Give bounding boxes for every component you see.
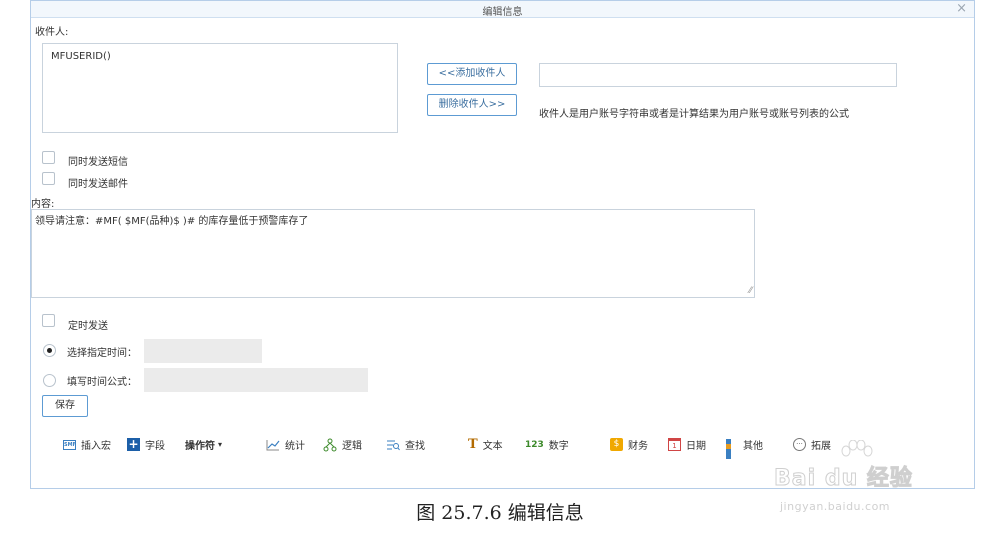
toolbar-field[interactable]: + 字段 [127, 437, 165, 452]
close-icon[interactable]: × [956, 1, 967, 17]
send-mail-label: 同时发送邮件 [68, 179, 128, 190]
toolbar-date-label: 日期 [686, 441, 706, 452]
edit-info-dialog: 编辑信息 × 收件人: MFUSERID() <<添加收件人 删除收件人>> 收… [30, 0, 975, 489]
network-icon [323, 438, 337, 451]
save-button[interactable]: 保存 [42, 395, 88, 417]
toolbar-statistics-label: 统计 [285, 441, 305, 452]
toolbar-logic[interactable]: 逻辑 [323, 437, 362, 452]
toolbar-finance-label: 财务 [628, 441, 648, 452]
line-chart-icon [266, 439, 280, 450]
dialog-title: 编辑信息 [482, 7, 523, 18]
toolbar-operator-label: 操作符 [185, 441, 215, 452]
toolbar-other[interactable]: 其他 [726, 437, 763, 459]
toolbar-text-label: 文本 [482, 441, 503, 452]
toolbar-finance[interactable]: $ 财务 [610, 437, 648, 452]
toolbar-field-label: 字段 [145, 441, 165, 452]
content-label: 内容: [31, 199, 55, 210]
grid-icon [726, 438, 738, 459]
toolbar-find-label: 查找 [405, 441, 425, 452]
toolbar-insert-macro-label: 插入宏 [81, 441, 111, 452]
send-sms-checkbox[interactable] [42, 151, 55, 164]
caret-down-icon: ▾ [218, 440, 223, 449]
toolbar-number[interactable]: 123 数字 [525, 437, 569, 453]
send-mail-checkbox[interactable] [42, 172, 55, 185]
recipients-label: 收件人: [35, 27, 69, 38]
plus-icon: + [127, 437, 140, 451]
recipients-list[interactable]: MFUSERID() [42, 43, 398, 133]
specific-time-input[interactable] [144, 339, 262, 363]
toolbar-operator[interactable]: 操作符 ▾ [185, 437, 222, 452]
text-icon: T [468, 437, 478, 452]
send-sms-label: 同时发送短信 [68, 157, 128, 168]
toolbar-number-label: 数字 [548, 441, 569, 452]
money-icon: $ [610, 438, 623, 451]
time-formula-radio[interactable] [43, 374, 56, 387]
toolbar-find[interactable]: 查找 [386, 437, 425, 452]
toolbar-statistics[interactable]: 统计 [266, 437, 305, 452]
macro-icon: SMF [63, 439, 76, 450]
calendar-icon: 1 [668, 438, 681, 451]
screenshot: { "dialog": { "title": "编辑信息", "close": … [0, 0, 1000, 541]
watermark-url: jingyan.baidu.com [780, 500, 891, 513]
dialog-titlebar: 编辑信息 × [31, 1, 974, 18]
time-formula-input[interactable] [144, 368, 368, 392]
toolbar-insert-macro[interactable]: SMF 插入宏 [63, 437, 111, 452]
toolbar-text[interactable]: T 文本 [468, 437, 503, 452]
search-list-icon [387, 440, 400, 450]
watermark-brand: Bai du 经验 [774, 466, 913, 492]
specific-time-label: 选择指定时间： [67, 348, 137, 359]
baidu-watermark: Bai du 经验 jingyan.baidu.com [774, 438, 960, 528]
resize-handle-icon[interactable]: ⁄⁄ [749, 286, 752, 296]
number-icon: 123 [525, 439, 544, 450]
toolbar-date[interactable]: 1 日期 [668, 437, 706, 452]
recipient-hint: 收件人是用户账号字符串或者是计算结果为用户账号或账号列表的公式 [539, 109, 849, 120]
timed-send-checkbox[interactable] [42, 314, 55, 327]
recipient-input[interactable] [539, 63, 897, 87]
paw-logo-icon [841, 440, 873, 457]
toolbar-other-label: 其他 [743, 441, 763, 452]
add-recipient-button[interactable]: <<添加收件人 [427, 63, 517, 85]
content-textarea[interactable]: 领导请注意：#MF( $MF(品种)$ )# 的库存量低于预警库存了 ⁄⁄ [31, 209, 755, 298]
delete-recipient-button[interactable]: 删除收件人>> [427, 94, 517, 116]
timed-send-label: 定时发送 [68, 321, 108, 332]
toolbar-logic-label: 逻辑 [342, 441, 362, 452]
recipient-item[interactable]: MFUSERID() [51, 51, 111, 62]
content-text: 领导请注意：#MF( $MF(品种)$ )# 的库存量低于预警库存了 [35, 216, 309, 227]
time-formula-label: 填写时间公式： [67, 377, 137, 388]
specific-time-radio[interactable] [43, 344, 56, 357]
